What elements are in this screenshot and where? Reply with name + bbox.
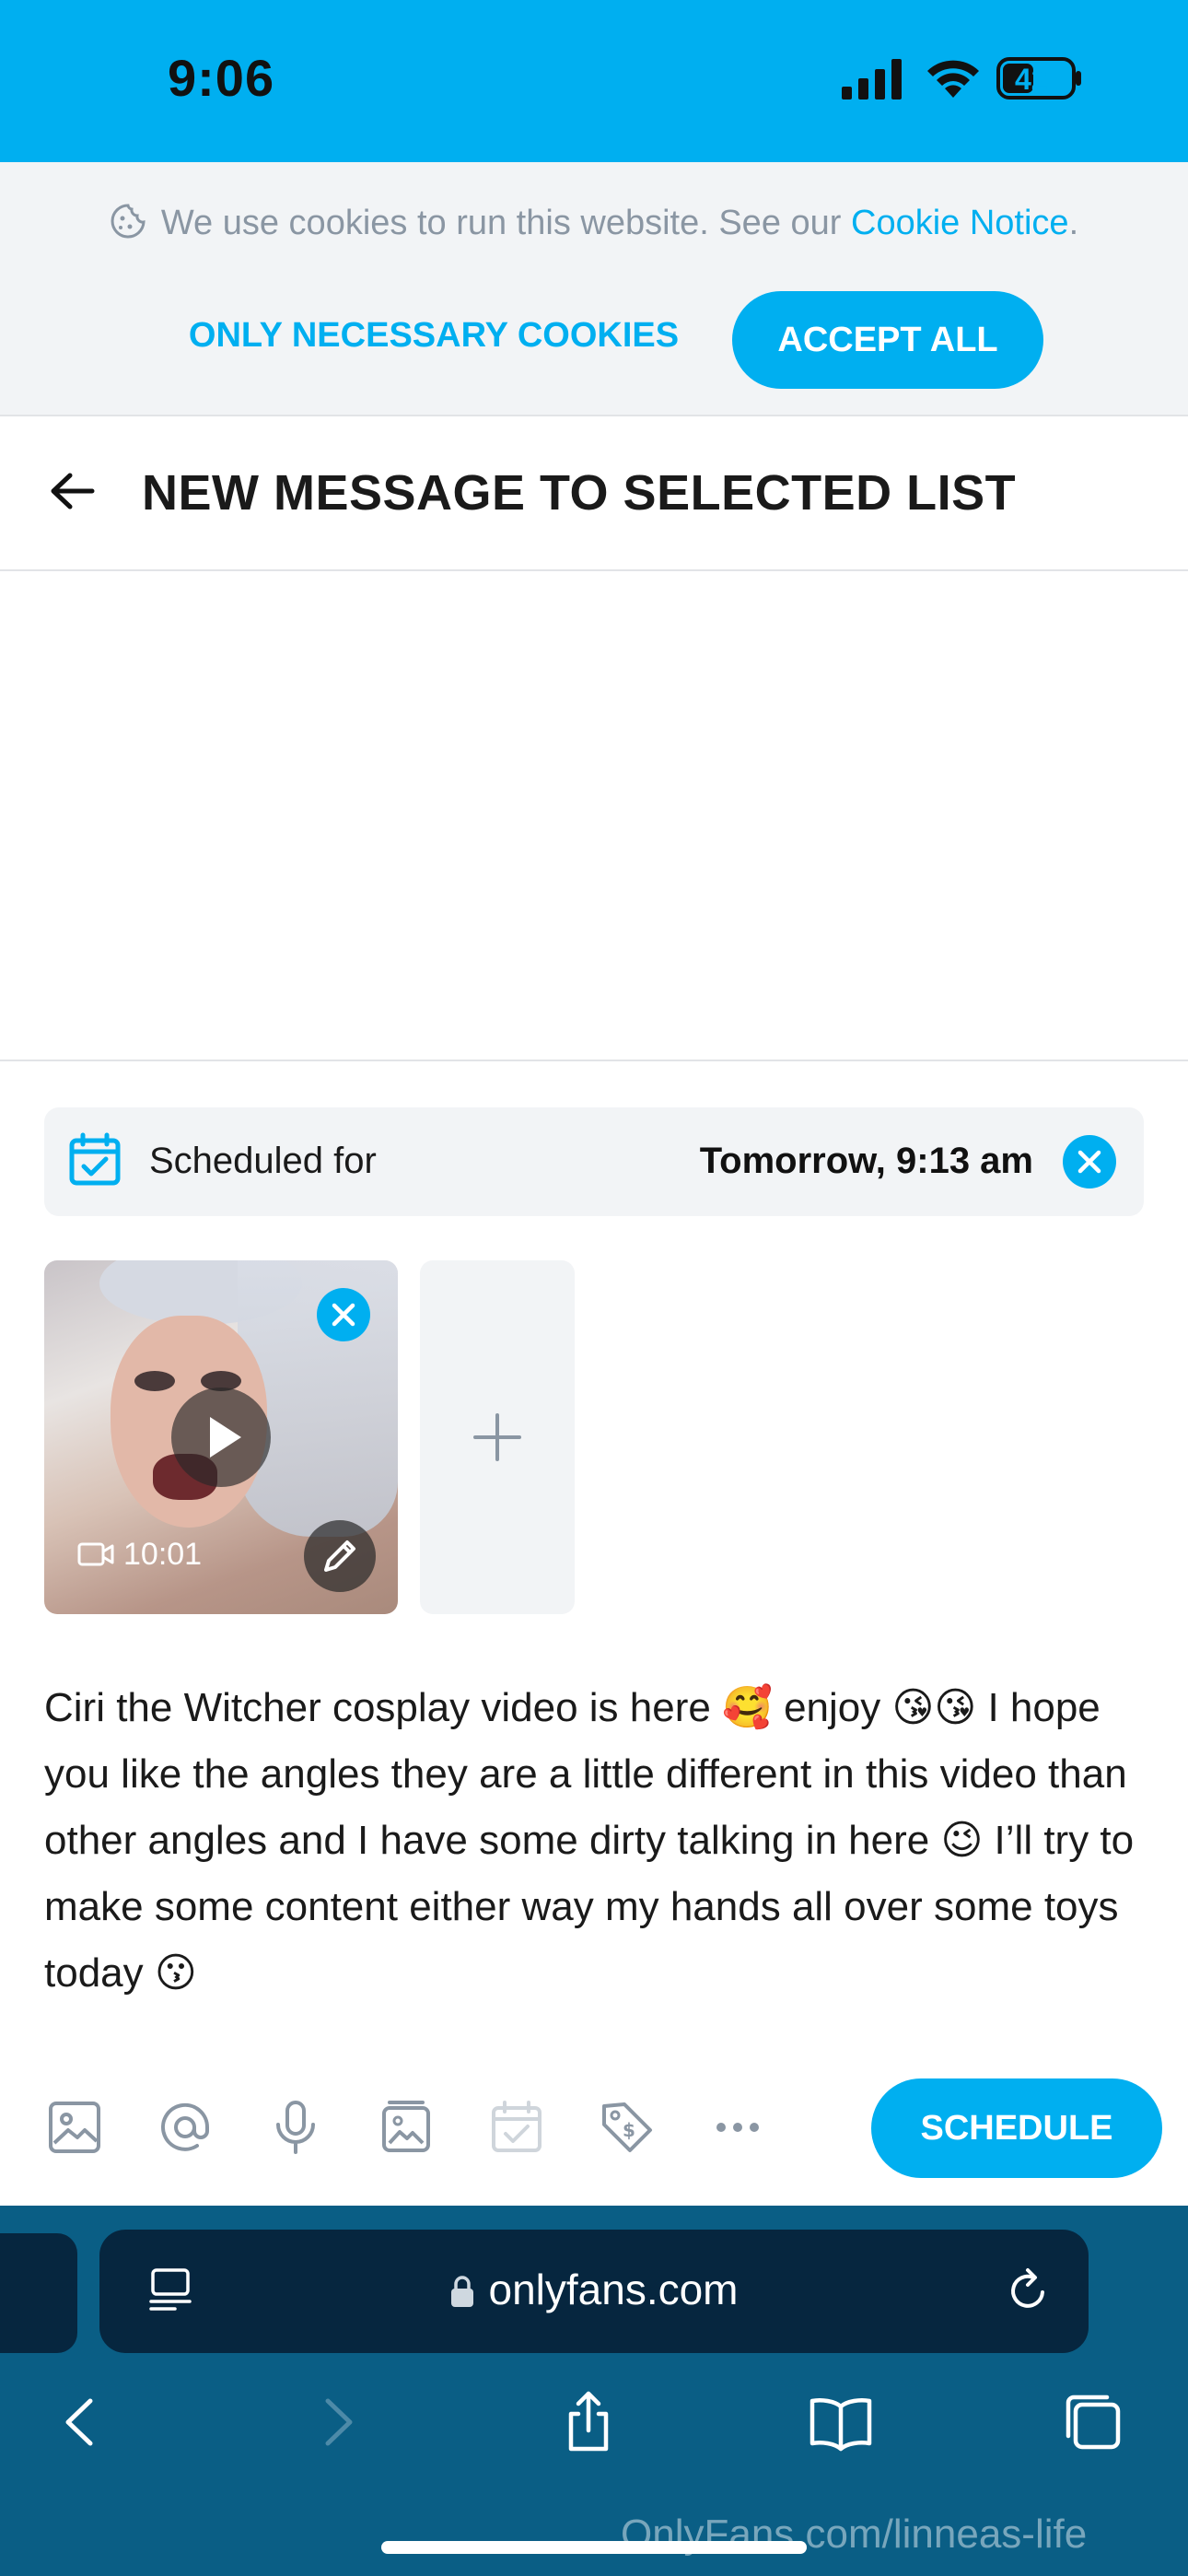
svg-text:$: $ [623, 2119, 635, 2141]
status-bar: 9:06 42 [0, 0, 1188, 162]
close-icon [332, 1303, 355, 1327]
calendar-icon[interactable] [488, 2099, 545, 2156]
battery-icon: 42 [996, 55, 1083, 101]
cookie-icon [111, 204, 146, 239]
remove-media-button[interactable] [317, 1288, 370, 1341]
lock-icon [451, 2276, 474, 2307]
divider [0, 1060, 1188, 1061]
close-icon [1077, 1150, 1101, 1174]
cookie-period: . [1068, 204, 1079, 242]
mention-icon[interactable] [157, 2099, 214, 2156]
back-icon[interactable] [48, 2390, 112, 2454]
scheduled-for-bar[interactable]: Scheduled for Tomorrow, 9:13 am [44, 1107, 1144, 1216]
video-thumbnail[interactable]: 10:01 [44, 1260, 398, 1614]
home-indicator[interactable] [381, 2541, 807, 2554]
pencil-icon [324, 1540, 355, 1572]
scheduled-value[interactable]: Tomorrow, 9:13 am [700, 1141, 1033, 1182]
battery-level: 42 [1015, 63, 1048, 96]
accept-all-button[interactable]: ACCEPT ALL [732, 291, 1043, 389]
reload-icon[interactable] [1002, 2265, 1054, 2316]
message-text[interactable]: Ciri the Witcher cosplay video is here 🥰… [44, 1675, 1149, 2007]
previous-tab[interactable] [0, 2233, 77, 2353]
edit-media-button[interactable] [304, 1520, 376, 1592]
back-arrow-icon[interactable] [44, 463, 101, 520]
address-bar[interactable]: onlyfans.com [99, 2230, 1089, 2353]
signal-icon [842, 59, 902, 100]
bookmarks-icon[interactable] [809, 2390, 873, 2454]
cookie-notice-link[interactable]: Cookie Notice [851, 204, 1069, 242]
price-tag-icon[interactable]: $ [599, 2099, 656, 2156]
share-icon[interactable] [556, 2390, 621, 2454]
microphone-icon[interactable] [267, 2099, 324, 2156]
wifi-icon [927, 60, 979, 98]
schedule-button[interactable]: SCHEDULE [871, 2078, 1162, 2178]
video-camera-icon [77, 1542, 114, 1566]
add-media-button[interactable] [420, 1260, 575, 1614]
tabs-icon[interactable] [1061, 2390, 1125, 2454]
forward-icon[interactable] [306, 2390, 370, 2454]
url-text: onlyfans.com [488, 2266, 739, 2313]
plus-icon [473, 1413, 521, 1461]
clear-schedule-button[interactable] [1063, 1135, 1116, 1188]
image-icon[interactable] [46, 2099, 103, 2156]
page-header: NEW MESSAGE TO SELECTED LIST [0, 416, 1188, 571]
page-title: NEW MESSAGE TO SELECTED LIST [142, 465, 1017, 521]
cookie-message: We use cookies to run this website. See … [0, 203, 1188, 243]
more-icon[interactable] [709, 2099, 766, 2156]
url-display[interactable]: onlyfans.com [99, 2265, 1089, 2314]
vault-icon[interactable] [378, 2099, 435, 2156]
duration-text: 10:01 [123, 1537, 203, 1572]
video-duration: 10:01 [77, 1537, 202, 1573]
status-time: 9:06 [168, 49, 275, 107]
only-necessary-cookies-button[interactable]: ONLY NECESSARY COOKIES [171, 291, 696, 380]
cookie-text: We use cookies to run this website. See … [160, 204, 851, 242]
cookie-banner: We use cookies to run this website. See … [0, 162, 1188, 416]
calendar-check-icon [69, 1132, 121, 1186]
scheduled-label: Scheduled for [149, 1141, 377, 1181]
